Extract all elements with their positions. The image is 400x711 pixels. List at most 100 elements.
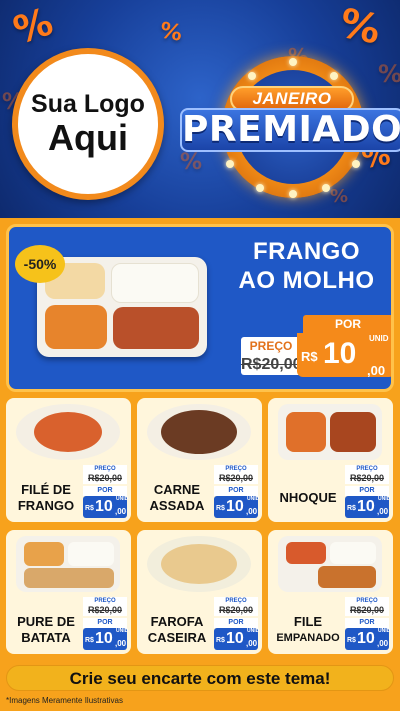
price-decimal: ,00 (377, 639, 389, 648)
price-decimal: ,00 (115, 507, 127, 516)
price-tag: PREÇO R$20,00 POR R$ 10 UNID ,00 (345, 597, 391, 650)
white-rice-portion (111, 263, 199, 303)
product-image (278, 404, 382, 460)
product-name-line2: BATATA (21, 630, 71, 645)
promo-badge: JANEIRO PREMIADO (180, 50, 400, 206)
logo-text-line1: Sua Logo (31, 90, 145, 119)
new-price-label: POR (214, 486, 258, 496)
unit-label: UNID (116, 628, 129, 634)
new-price: R$ 10 UNID ,00 (214, 496, 260, 518)
product-name-line1: FILÉ DE (21, 482, 71, 497)
food-on-plate (286, 412, 326, 452)
food-on-plate (330, 542, 376, 564)
product-card[interactable]: CARNE ASSADA PREÇO R$20,00 POR R$ 10 UNI… (137, 398, 262, 522)
price-tag: PREÇO R$20,00 POR R$ 10 UNID ,00 (214, 465, 260, 518)
food-on-plate (161, 410, 237, 454)
product-name-line1: CARNE (153, 482, 201, 497)
logo-text-line2: Aqui (48, 116, 128, 158)
product-name: FILE EMPANADO (270, 614, 346, 646)
product-card[interactable]: FILÉ DE FRANGO PREÇO R$20,00 POR R$ 10 U… (6, 398, 131, 522)
product-name: NHOQUE (270, 490, 346, 506)
light-bulb (226, 160, 234, 168)
light-bulb (289, 58, 297, 66)
price-decimal: ,00 (246, 507, 258, 516)
product-name-line1: NHOQUE (279, 490, 337, 505)
food-on-plate (68, 542, 114, 566)
price-integer: 10 (95, 498, 113, 515)
old-price: R$20,00 (83, 605, 127, 616)
new-price-box: R$ 10 UNID ,00 (297, 333, 391, 378)
food-on-plate (24, 542, 64, 566)
price-tag: PREÇO R$20,00 POR R$ 10 UNID ,00 (345, 465, 391, 518)
price-decimal: ,00 (367, 363, 386, 378)
percent-decoration: % (157, 18, 185, 47)
offers-area: -50% FRANGO AO MOLHO PREÇO R$20,00 POR R… (0, 218, 400, 711)
product-image (278, 536, 382, 592)
new-price: R$ 10 UNID ,00 (83, 628, 129, 650)
food-on-plate (161, 544, 237, 584)
currency: R$ (347, 505, 356, 512)
chicken-portion (113, 307, 199, 349)
food-on-plate (286, 542, 326, 564)
featured-title: FRANGO AO MOLHO (219, 237, 391, 295)
featured-offer-card[interactable]: -50% FRANGO AO MOLHO PREÇO R$20,00 POR R… (6, 224, 394, 392)
product-name: CARNE ASSADA (139, 482, 215, 514)
unit-label: UNID (247, 496, 260, 502)
product-card[interactable]: FILE EMPANADO PREÇO R$20,00 POR R$ 10 UN… (268, 530, 393, 654)
currency: R$ (85, 637, 94, 644)
old-price-box: R$20,00 (241, 355, 302, 375)
currency: R$ (216, 637, 225, 644)
product-image (16, 536, 120, 592)
light-bulb (289, 190, 297, 198)
product-card[interactable]: PURE DE BATATA PREÇO R$20,00 POR R$ 10 U… (6, 530, 131, 654)
price-decimal: ,00 (246, 639, 258, 648)
unit-label: UNID (378, 496, 391, 502)
product-name: PURE DE BATATA (8, 614, 84, 646)
old-price: R$20,00 (214, 473, 258, 484)
product-name-line1: PURE DE (17, 614, 75, 629)
light-bulb (248, 72, 256, 80)
old-price: R$20,00 (214, 605, 258, 616)
currency: R$ (347, 637, 356, 644)
light-bulb (322, 184, 330, 192)
product-name-line2: ASSADA (149, 498, 205, 513)
product-card[interactable]: NHOQUE PREÇO R$20,00 POR R$ 10 UNID ,00 (268, 398, 393, 522)
new-price: R$ 10 UNID ,00 (345, 496, 391, 518)
price-integer: 10 (226, 498, 244, 515)
cta-banner[interactable]: Crie seu encarte com este tema! (6, 665, 394, 691)
light-bulb (256, 184, 264, 192)
unit-label: UNID (116, 496, 129, 502)
new-price-label: POR (83, 618, 127, 628)
price-tag: PREÇO R$20,00 POR R$ 10 UNID ,00 (83, 465, 129, 518)
product-name-line1: FILE (293, 614, 323, 629)
unit-label: UNID (378, 628, 391, 634)
discount-badge: -50% (15, 245, 65, 283)
price-integer: 10 (323, 337, 357, 370)
new-price-label: POR (345, 486, 389, 496)
logo-placeholder: Sua Logo Aqui (12, 48, 164, 200)
old-price: R$20,00 (345, 473, 389, 484)
new-price-label: POR (345, 618, 389, 628)
old-price-label: PREÇO (83, 465, 127, 473)
light-bulb (352, 160, 360, 168)
salad-portion (45, 305, 107, 349)
old-price: R$20,00 (345, 605, 389, 616)
old-price-label: PREÇO (83, 597, 127, 605)
product-image (147, 404, 251, 460)
price-integer: 10 (95, 630, 113, 647)
percent-decoration: % (335, 0, 385, 54)
product-name-line2: CASEIRA (147, 630, 207, 645)
food-on-plate (24, 568, 114, 588)
old-price-label: PREÇO (345, 597, 389, 605)
price-tag: PREÇO R$20,00 POR R$ 10 UNID ,00 (214, 597, 259, 650)
product-name-line2: EMPANADO (276, 632, 340, 644)
price-integer: 10 (357, 498, 375, 515)
old-price-label: PREÇO (345, 465, 389, 473)
new-price: R$ 10 UNID ,00 (83, 496, 129, 518)
price-integer: 10 (357, 630, 375, 647)
new-price-label: POR (303, 315, 391, 333)
product-card[interactable]: FAROFA CASEIRA PREÇO R$20,00 POR R$ 10 U… (137, 530, 262, 654)
price-decimal: ,00 (115, 639, 127, 648)
light-bulb (330, 72, 338, 80)
product-name: FILÉ DE FRANGO (8, 482, 84, 514)
